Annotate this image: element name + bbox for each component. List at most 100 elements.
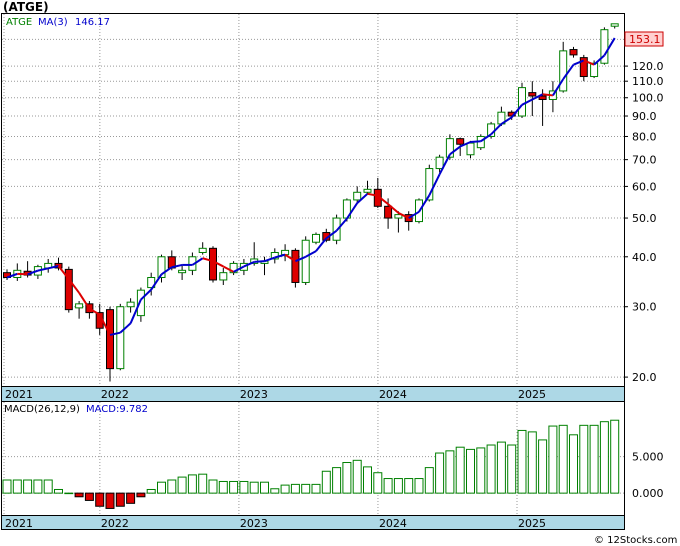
candle-body-28 [291,249,300,283]
macd-x-tick-label-2: 2023 [240,517,268,530]
macd-bar-28 [290,483,300,494]
price-x-tick-label-4: 2025 [518,388,546,401]
candle-body-42 [435,156,444,170]
macd-bar-39 [404,478,414,494]
candle-body-37 [384,205,393,219]
macd-bar-30 [311,483,321,494]
price-y-tick-label-2: 40.0 [632,251,657,264]
macd-bar-0 [2,479,12,494]
price-y-tick-label-7: 90.0 [632,110,657,123]
macd-legend-value: MACD:9.782 [86,404,148,415]
macd-bar-27 [280,484,290,494]
price-y-tick-label-1: 30.0 [632,301,657,314]
macd-bar-8 [84,492,94,501]
candle-body-50 [518,87,526,117]
stock-chart: 2021 2022 2023 2024 2025 2021 2022 2023 2024 202… [1,0,677,546]
macd-bar-15 [157,481,166,494]
macd-bar-55 [569,434,578,494]
macd-bar-38 [393,478,403,494]
macd-bar-40 [414,478,424,494]
macd-bar-10 [105,492,115,509]
macd-x-tick-label-1: 2022 [101,517,129,530]
macd-bar-51 [527,431,537,494]
macd-bar-49 [507,444,517,494]
price-y-tick-label-6: 80.0 [632,130,657,143]
chart-title: (ATGE) [3,0,49,14]
macd-bar-48 [496,441,506,494]
candle-body-57 [590,62,599,78]
price-y-tick-label-8: 100.0 [632,92,664,105]
macd-bar-47 [486,444,496,494]
candle-body-12 [126,301,135,308]
macd-bar-9 [95,492,105,507]
macd-bar-17 [177,476,187,494]
candle-body-21 [219,272,228,281]
macd-bar-14 [146,488,156,494]
price-x-tick-label-0: 2021 [5,388,33,401]
macd-bar-4 [43,479,53,494]
ma-legend-label: MA(3) [38,17,68,28]
macd-x-tick-label-0: 2021 [5,517,33,530]
macd-y-tick-label-0: 0.000 [632,487,664,500]
macd-bar-35 [363,466,372,494]
macd-bar-2 [23,479,33,494]
macd-bar-37 [383,478,393,494]
candle-body-11 [116,306,125,370]
macd-bar-18 [187,474,197,494]
price-panel-frame [1,13,625,402]
macd-bar-12 [126,492,136,504]
macd-bar-5 [54,488,63,494]
ma-segment-53 [542,93,554,97]
price-y-ticks: 20.0 30.0 40.0 50.0 60.0 70.0 80.0 90.0 100.0 110… [624,33,664,384]
macd-bar-11 [115,492,125,507]
price-y-tick-label-10: 120.0 [632,60,664,73]
candle-body-55 [569,49,578,56]
macd-bar-7 [74,492,84,498]
price-y-tick-label-0: 20.0 [632,371,657,384]
price-y-tick-label-5: 70.0 [632,154,657,167]
macd-bar-23 [239,480,249,494]
macd-bar-45 [466,448,475,494]
last-price-label: 153.1 [629,33,661,46]
macd-bar-53 [548,425,558,494]
candle-body-51 [528,92,537,97]
macd-bar-1 [12,479,22,494]
macd-bar-24 [249,481,259,494]
macd-bar-20 [208,479,218,494]
candle-body-30 [312,233,320,243]
macd-bar-22 [229,480,239,494]
price-y-tick-label-3: 50.0 [632,212,657,225]
candle-body-59 [610,23,619,27]
macd-y-ticks: 0.000 5.000 [632,451,664,500]
macd-bar-59 [610,419,620,494]
candle-body-44 [456,138,465,145]
macd-bar-32 [332,467,342,494]
macd-bar-42 [435,452,445,494]
macd-bar-33 [342,462,352,494]
macd-bar-57 [589,424,599,494]
macd-y-tick-label-1: 5.000 [632,451,664,464]
macd-x-tick-label-4: 2025 [518,517,546,530]
macd-bar-31 [321,470,331,494]
macd-x-tick-label-3: 2024 [379,517,407,530]
candle-body-17 [178,269,187,274]
price-y-tick-label-9: 110.0 [632,75,664,88]
ticker-legend: ATGE [6,17,32,28]
candle-body-7 [75,303,84,309]
macd-bar-19 [198,473,208,494]
macd-bar-46 [476,447,486,494]
price-x-tick-label-1: 2022 [101,388,129,401]
macd-bar-43 [445,450,455,494]
macd-bar-41 [424,467,434,494]
macd-bar-54 [558,424,568,494]
footer-credit: © 12Stocks.com [594,535,677,546]
macd-bar-36 [373,472,383,494]
macd-bar-44 [455,446,465,494]
macd-bar-50 [517,429,527,494]
macd-bar-52 [538,439,548,494]
ma-segment-46 [470,140,481,143]
macd-bar-16 [167,479,177,494]
price-x-tick-label-3: 2024 [379,388,407,401]
macd-bar-56 [579,424,589,494]
macd-bar-13 [136,492,146,498]
